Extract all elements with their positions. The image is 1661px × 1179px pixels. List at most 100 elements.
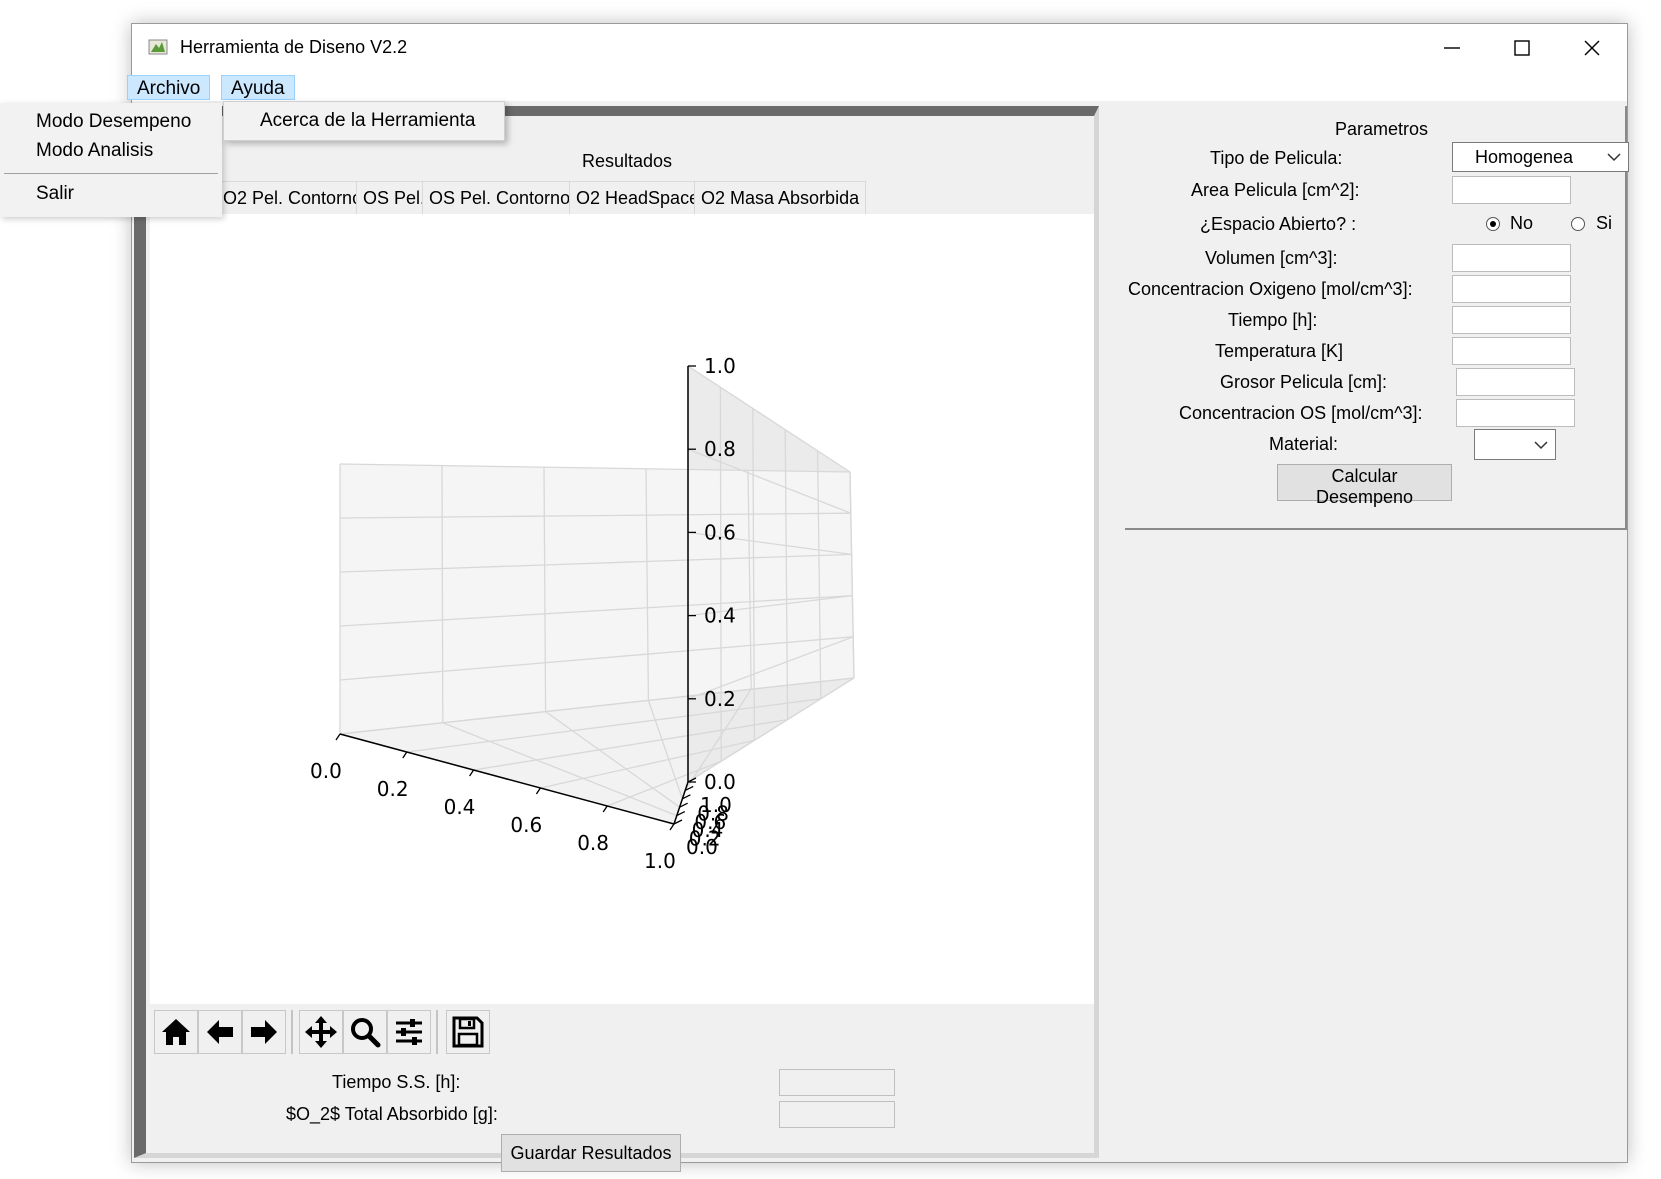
chevron-down-icon — [1534, 441, 1548, 450]
menu-item-salir[interactable]: Salir — [36, 183, 74, 205]
maximize-button[interactable] — [1487, 24, 1557, 71]
3d-axes-chart: 0.00.00.00.20.20.20.40.40.40.6 0.60.60.80… — [310, 354, 855, 873]
area-pelicula-label: Area Pelicula [cm^2]: — [1191, 180, 1360, 200]
window-title: Herramienta de Diseno V2.2 — [180, 37, 408, 57]
results-panel: Resultados O2 Pel. Contorno OS Pel. OS P… — [134, 106, 1099, 1172]
save-icon — [452, 1016, 484, 1048]
plot-canvas[interactable]: 0.0 0.0 0.0 0.2 0.2 0.2 0.4 0.4 0.4 0.6 0.6 0.6 0.8 0… — [150, 214, 1094, 1004]
radio-no[interactable] — [1486, 217, 1500, 231]
x-tick-label: 0.0 — [310, 759, 342, 783]
x-tick — [602, 805, 608, 813]
close-button[interactable] — [1557, 24, 1627, 71]
maximize-icon — [1514, 39, 1530, 56]
tab-os-pel[interactable]: OS Pel. — [356, 181, 433, 214]
volumen-input[interactable] — [1452, 244, 1571, 272]
tiempo-ss-field — [779, 1069, 895, 1096]
radio-si[interactable] — [1571, 217, 1585, 231]
z-tick-label: 0.0 — [704, 770, 736, 794]
temperatura-input[interactable] — [1452, 337, 1571, 365]
app-icon — [148, 39, 168, 55]
area-pelicula-input[interactable] — [1452, 176, 1571, 204]
parameters-panel: Parametros Tipo de Pelicula: Homogenea A… — [1125, 106, 1629, 1158]
tab-o2-masa-absorbida[interactable]: O2 Masa Absorbida — [694, 181, 867, 214]
concentracion-os-input[interactable] — [1456, 399, 1575, 427]
x-tick — [469, 769, 475, 777]
chevron-down-icon — [1607, 153, 1621, 162]
parameters-title: Parametros — [1335, 119, 1429, 139]
menu-item-acerca[interactable]: Acerca de la Herramienta — [260, 110, 475, 132]
archivo-dropdown: Modo Desempeno Modo Analisis Salir — [0, 103, 222, 217]
back-arrow-icon — [207, 1020, 233, 1044]
tab-os-pel-contorno[interactable]: OS Pel. Contorno — [422, 181, 578, 214]
back-button[interactable] — [198, 1010, 242, 1054]
tipo-pelicula-select[interactable]: Homogenea — [1452, 142, 1629, 172]
o2-total-absorbido-label: $O_2$ Total Absorbido [g]: — [286, 1104, 498, 1124]
tiempo-ss-label: Tiempo S.S. [h]: — [332, 1072, 461, 1092]
x-tick-label: 0.8 — [577, 831, 609, 855]
z-tick-label: 0.2 — [704, 687, 736, 711]
material-select[interactable] — [1474, 429, 1556, 460]
radio-si-label: Si — [1596, 213, 1613, 233]
zoom-button[interactable] — [343, 1010, 387, 1054]
concentracion-os-label: Concentracion OS [mol/cm^3]: — [1179, 403, 1423, 423]
grid-line — [441, 465, 444, 723]
minimize-button[interactable] — [1417, 24, 1487, 71]
minimize-icon — [1444, 46, 1460, 49]
configure-subplots-button[interactable] — [387, 1010, 431, 1054]
ayuda-dropdown: Acerca de la Herramienta — [223, 101, 505, 141]
menu-bar: Archivo Ayuda — [127, 71, 1627, 101]
forward-arrow-icon — [251, 1020, 277, 1044]
x-tick — [402, 751, 408, 759]
save-figure-button[interactable] — [446, 1010, 490, 1054]
tab-o2-headspace[interactable]: O2 HeadSpace — [569, 181, 707, 214]
x-tick-label: 1.0 — [644, 849, 676, 873]
grosor-pelicula-input[interactable] — [1456, 368, 1575, 396]
z-tick-label: 0.8 — [704, 437, 736, 461]
guardar-resultados-button[interactable]: Guardar Resultados — [501, 1134, 681, 1172]
tipo-pelicula-label: Tipo de Pelicula: — [1210, 148, 1343, 168]
menu-ayuda[interactable]: Ayuda — [221, 75, 295, 100]
calcular-desempeno-button[interactable]: Calcular Desempeno — [1277, 464, 1452, 507]
zoom-icon — [351, 1018, 381, 1048]
home-button[interactable] — [154, 1010, 198, 1054]
app-window: Herramienta de Diseno V2.2 Archivo Ayuda… — [127, 23, 1629, 1172]
pan-button[interactable] — [299, 1010, 343, 1054]
x-tick-label: 0.6 — [510, 813, 542, 837]
volumen-label: Volumen [cm^3]: — [1205, 248, 1338, 268]
espacio-abierto-label: ¿Espacio Abierto? : — [1200, 214, 1357, 234]
close-icon — [1584, 40, 1600, 55]
toolbar-separator — [291, 1010, 293, 1054]
material-label: Material: — [1269, 434, 1339, 454]
menu-item-modo-desempeno[interactable]: Modo Desempeno — [36, 111, 191, 133]
tab-o2-pel-contorno[interactable]: O2 Pel. Contorno — [216, 181, 370, 214]
pan-icon — [305, 1016, 337, 1048]
x-tick — [535, 787, 541, 795]
results-title: Resultados — [582, 151, 673, 171]
z-tick-label: 0.4 — [704, 604, 736, 628]
z-tick-label: 1.0 — [704, 354, 736, 378]
x-tick — [669, 823, 675, 831]
radio-no-label: No — [1510, 213, 1534, 233]
tiempo-input[interactable] — [1452, 306, 1571, 334]
forward-button[interactable] — [242, 1010, 286, 1054]
plot-toolbar — [150, 1004, 1094, 1059]
z-tick-label: 0.6 — [704, 520, 736, 544]
concentracion-oxigeno-label: Concentracion Oxigeno [mol/cm^3]: — [1128, 279, 1413, 299]
menu-separator — [4, 173, 218, 174]
menu-item-modo-analisis[interactable]: Modo Analisis — [36, 140, 153, 162]
tipo-pelicula-value: Homogenea — [1475, 147, 1574, 167]
menu-archivo[interactable]: Archivo — [127, 75, 211, 100]
configure-subplots-icon — [396, 1019, 422, 1045]
home-icon — [162, 1019, 190, 1045]
grosor-pelicula-label: Grosor Pelicula [cm]: — [1220, 372, 1388, 392]
o2-total-absorbido-field — [779, 1101, 895, 1128]
y-tick-label: 1.0 — [700, 793, 732, 817]
x-tick-label: 0.2 — [377, 777, 409, 801]
temperatura-label: Temperatura [K] — [1215, 341, 1344, 361]
x-tick — [335, 733, 341, 741]
concentracion-oxigeno-input[interactable] — [1452, 275, 1571, 303]
x-tick-label: 0.4 — [444, 795, 476, 819]
title-bar[interactable]: Herramienta de Diseno V2.2 — [132, 24, 1627, 71]
toolbar-separator — [436, 1010, 438, 1054]
tiempo-label: Tiempo [h]: — [1228, 310, 1318, 330]
